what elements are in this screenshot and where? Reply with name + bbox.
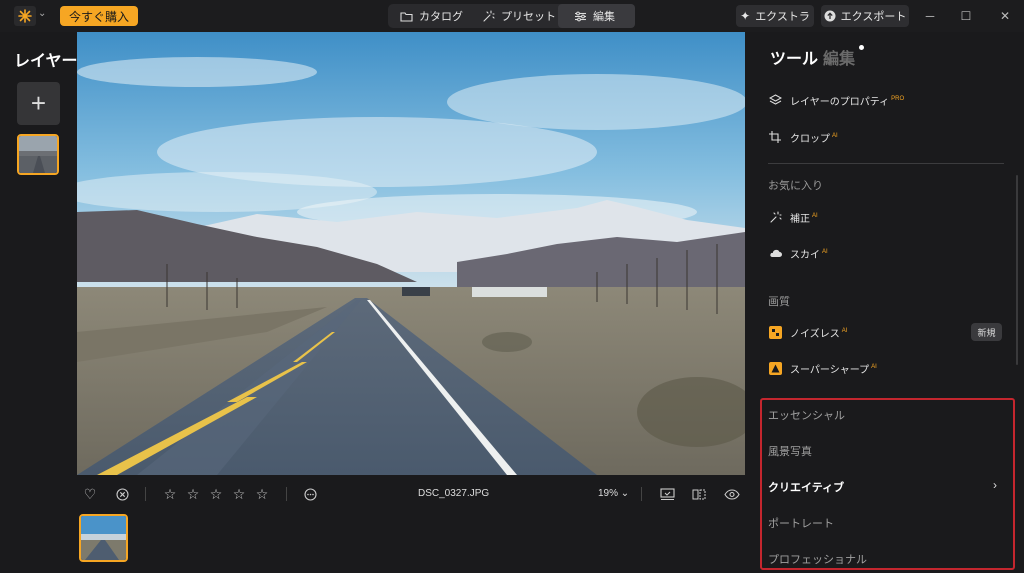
chevron-down-icon[interactable]: ⌄ — [38, 8, 46, 19]
toolbar-divider — [286, 487, 287, 501]
supersharp-label: スーパーシャープ — [790, 364, 870, 376]
minimize-icon[interactable]: ─ — [921, 7, 939, 25]
crop-label: クロップ — [790, 133, 830, 145]
noiseless-item[interactable]: ノイズレス AI — [768, 322, 847, 342]
upload-icon — [824, 10, 836, 22]
heart-icon[interactable]: ♡ — [82, 486, 98, 502]
mode-tabs: カタログ プリセット 編集 — [388, 4, 635, 28]
cloud-icon — [768, 246, 782, 260]
magic-wand-icon — [483, 9, 495, 22]
layers-icon — [768, 93, 782, 107]
export-label: エクスポート — [840, 11, 907, 23]
layers-title: レイヤー — [14, 53, 78, 70]
star-icon[interactable]: ☆ — [162, 486, 178, 502]
sliders-icon — [575, 11, 586, 21]
tab-catalog[interactable]: カタログ — [400, 4, 463, 28]
chevron-right-icon[interactable]: › — [993, 478, 997, 492]
supersharp-icon — [768, 361, 782, 375]
noiseless-icon — [768, 325, 782, 339]
sky-label: スカイ — [790, 249, 820, 261]
ai-badge: AI — [841, 328, 848, 335]
export-button[interactable]: エクスポート — [821, 5, 909, 27]
new-badge: 新規 — [971, 323, 1002, 341]
chevron-down-icon: ⌄ — [620, 488, 630, 499]
category-essential[interactable]: エッセンシャル — [768, 407, 845, 423]
file-name: DSC_0327.JPG — [418, 488, 490, 499]
tab-presets-label: プリセット — [501, 11, 556, 23]
plus-icon: + — [30, 88, 47, 118]
close-icon[interactable]: ✕ — [996, 7, 1014, 25]
more-options-icon[interactable] — [302, 486, 318, 502]
category-portrait[interactable]: ポートレート — [768, 515, 834, 531]
star-icon[interactable]: ☆ — [185, 486, 201, 502]
tab-catalog-label: カタログ — [419, 11, 463, 23]
tab-edit[interactable]: 編集 — [558, 4, 635, 28]
crop-icon — [768, 130, 782, 144]
magic-wand-icon — [768, 210, 782, 224]
tools-tab[interactable]: ツール — [770, 45, 818, 69]
sky-item[interactable]: スカイ AI — [768, 243, 828, 263]
eye-icon[interactable] — [724, 486, 740, 502]
supersharp-item[interactable]: スーパーシャープ AI — [768, 358, 877, 378]
favorites-heading: お気に入り — [768, 180, 823, 192]
section-divider — [768, 163, 1004, 164]
tab-presets[interactable]: プリセット — [482, 4, 556, 28]
tab-edit-label: 編集 — [593, 11, 615, 23]
pro-badge: PRO — [891, 96, 905, 103]
extras-label: エクストラ — [755, 11, 810, 23]
compare-icon[interactable] — [691, 486, 707, 502]
layer-properties-item[interactable]: レイヤーのプロパティ PRO — [768, 90, 904, 110]
zoom-selector[interactable]: 19% ⌄ — [598, 488, 629, 499]
star-icon[interactable]: ☆ — [254, 486, 270, 502]
extras-button[interactable]: ✦ エクストラ — [736, 5, 814, 27]
crop-item[interactable]: クロップ AI — [768, 127, 838, 147]
quality-heading: 画質 — [768, 296, 790, 308]
category-landscape[interactable]: 風景写真 — [768, 443, 812, 459]
buy-now-button[interactable]: 今すぐ購入 — [60, 6, 138, 26]
ai-badge: AI — [812, 213, 818, 220]
layer-properties-label: レイヤーのプロパティ — [790, 96, 890, 108]
enhance-item[interactable]: 補正 AI — [768, 207, 818, 227]
maximize-icon[interactable]: ☐ — [957, 7, 975, 25]
zoom-value: 19% — [598, 488, 619, 499]
filmstrip-toggle-icon[interactable] — [659, 486, 675, 502]
layer-thumbnail[interactable] — [17, 134, 59, 175]
filmstrip-thumbnail[interactable] — [79, 514, 128, 562]
add-layer-button[interactable]: + — [17, 82, 60, 125]
folder-icon — [400, 11, 413, 22]
ai-badge: AI — [822, 249, 828, 256]
edit-tab[interactable]: 編集 — [823, 45, 855, 69]
notification-dot — [859, 45, 864, 50]
scrollbar[interactable] — [1016, 175, 1018, 365]
noiseless-label: ノイズレス — [790, 328, 840, 340]
toolbar-divider — [641, 487, 642, 501]
category-creative[interactable]: クリエイティブ — [768, 479, 844, 495]
main-photo[interactable] — [77, 32, 745, 475]
reject-icon[interactable] — [114, 486, 130, 502]
app-logo-icon[interactable] — [14, 6, 36, 26]
enhance-label: 補正 — [790, 213, 810, 225]
ai-badge: AI — [871, 364, 877, 371]
toolbar-divider — [145, 487, 146, 501]
star-icon[interactable]: ☆ — [231, 486, 247, 502]
category-professional[interactable]: プロフェッショナル — [768, 551, 867, 567]
sparkle-icon: ✦ — [740, 9, 751, 23]
star-icon[interactable]: ☆ — [208, 486, 224, 502]
ai-badge: AI — [832, 133, 838, 140]
